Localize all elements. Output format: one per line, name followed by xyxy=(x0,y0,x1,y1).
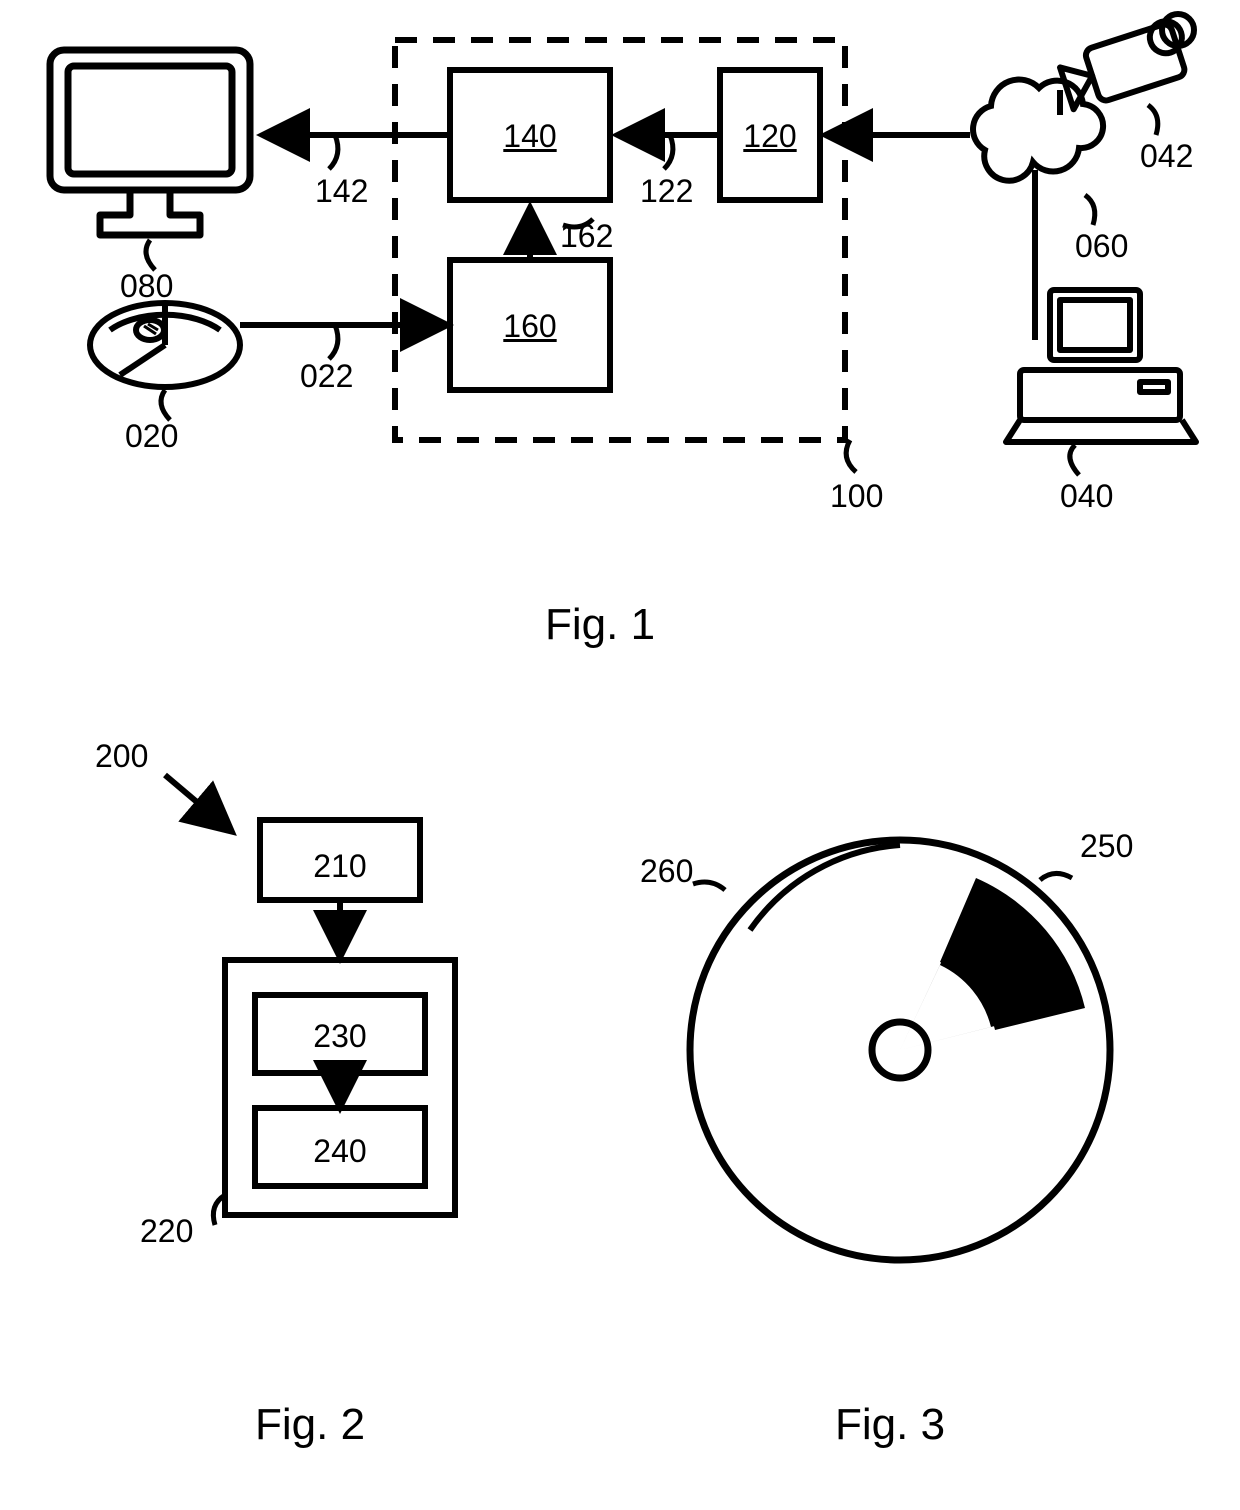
label-250: 250 xyxy=(1080,830,1133,862)
label-080: 080 xyxy=(120,270,173,302)
label-230: 230 xyxy=(310,1020,370,1052)
label-022: 022 xyxy=(300,360,353,392)
label-122: 122 xyxy=(640,175,693,207)
label-240: 240 xyxy=(310,1135,370,1167)
label-100: 100 xyxy=(830,480,883,512)
disc-hole xyxy=(872,1022,928,1078)
label-200: 200 xyxy=(95,740,148,772)
block-140-text: 140 xyxy=(500,120,560,152)
fig3-caption: Fig. 3 xyxy=(835,1400,945,1450)
label-142: 142 xyxy=(315,175,368,207)
leader-080 xyxy=(146,240,155,270)
fig1-caption: Fig. 1 xyxy=(545,600,655,650)
block-120-text: 120 xyxy=(740,120,800,152)
label-220: 220 xyxy=(140,1215,193,1247)
leader-020 xyxy=(161,390,170,420)
label-042: 042 xyxy=(1140,140,1193,172)
label-040: 040 xyxy=(1060,480,1113,512)
arrow-200 xyxy=(165,775,230,830)
camera-icon xyxy=(1060,14,1194,115)
disc-outer xyxy=(690,840,1110,1260)
leader-022 xyxy=(329,325,338,359)
system-box xyxy=(395,40,845,440)
leader-042 xyxy=(1148,105,1158,135)
fig1-svg: 140 120 160 xyxy=(0,0,1240,560)
fig2-caption: Fig. 2 xyxy=(255,1400,365,1450)
leader-060 xyxy=(1085,195,1095,225)
mouse-icon xyxy=(90,303,240,387)
block-160-text: 160 xyxy=(500,310,560,342)
leader-250 xyxy=(1040,873,1072,880)
patent-figures-page: 140 120 160 xyxy=(0,0,1240,1510)
label-260: 260 xyxy=(640,855,693,887)
leader-100 xyxy=(846,440,856,472)
label-020: 020 xyxy=(125,420,178,452)
monitor-icon xyxy=(50,50,250,235)
leader-040 xyxy=(1070,445,1079,475)
disc-segment-250-clean xyxy=(940,878,1085,1030)
leader-122 xyxy=(664,135,673,169)
label-060: 060 xyxy=(1075,230,1128,262)
label-162: 162 xyxy=(560,220,613,252)
label-210: 210 xyxy=(310,850,370,882)
leader-260 xyxy=(693,882,725,890)
leader-142 xyxy=(329,135,338,169)
